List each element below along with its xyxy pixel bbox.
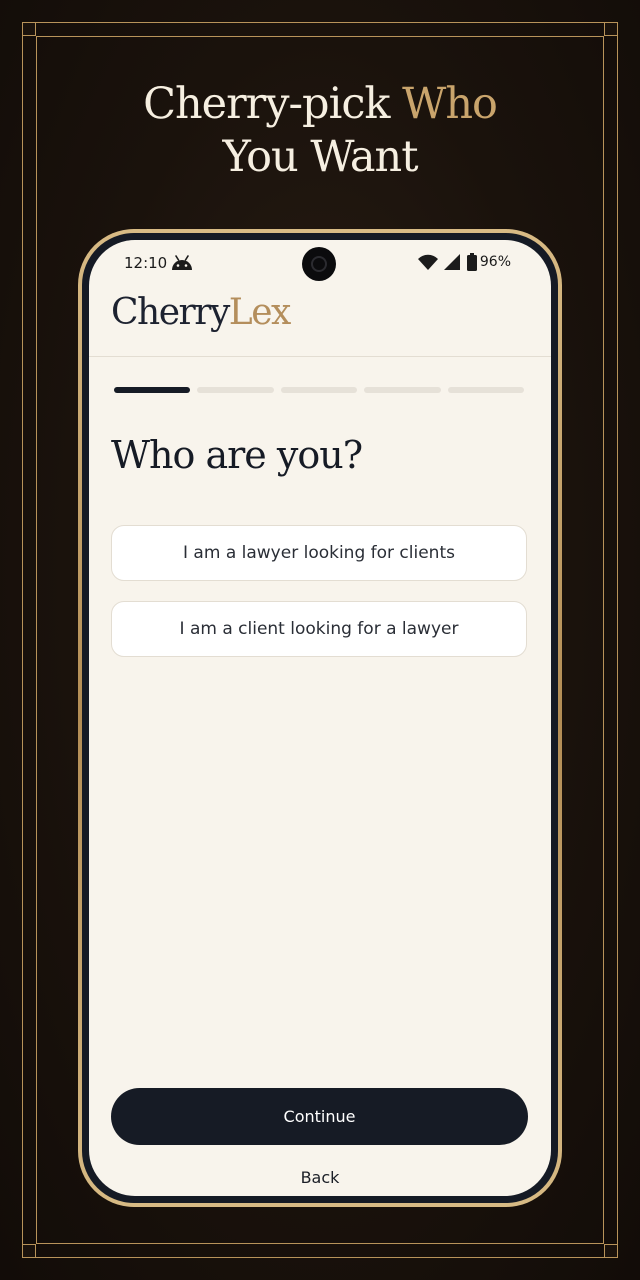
frame-corner-ornament <box>22 1244 36 1258</box>
frame-corner-ornament <box>604 1244 618 1258</box>
logo-text-cherry: Cherry <box>111 292 230 333</box>
option-lawyer-looking-for-clients[interactable]: I am a lawyer looking for clients <box>111 525 527 581</box>
front-camera <box>302 247 336 281</box>
wifi-icon <box>417 254 438 270</box>
battery-icon <box>466 253 477 271</box>
continue-button[interactable]: Continue <box>111 1088 528 1145</box>
option-client-looking-for-lawyer[interactable]: I am a client looking for a lawyer <box>111 601 527 657</box>
continue-button-label: Continue <box>283 1107 356 1126</box>
promo-headline: Cherry-pick Who You Want <box>0 78 640 184</box>
android-icon <box>171 255 193 275</box>
page-title: Who are you? <box>111 433 363 477</box>
progress-step <box>447 387 525 393</box>
progress-step-active <box>114 387 191 393</box>
progress-step <box>364 387 441 393</box>
progress-step <box>280 387 358 393</box>
frame-corner-ornament <box>22 22 36 36</box>
status-icons: 96% <box>417 253 511 271</box>
app-logo: CherryLex <box>111 292 292 333</box>
option-label: I am a client looking for a lawyer <box>179 619 459 639</box>
status-time: 12:10 <box>124 254 168 272</box>
headline-text-gold: Who <box>402 79 498 129</box>
promo-headline-line-1: Cherry-pick Who <box>0 78 640 131</box>
step-progress-indicator <box>114 387 525 393</box>
battery-percentage: 96% <box>479 254 511 270</box>
promo-headline-line-2: You Want <box>222 132 419 182</box>
cellular-signal-icon <box>443 254 460 270</box>
logo-text-lex: Lex <box>228 292 292 333</box>
option-label: I am a lawyer looking for clients <box>183 543 455 563</box>
progress-step <box>197 387 274 393</box>
header-divider <box>89 356 551 357</box>
status-bar: 12:10 96% <box>89 240 551 288</box>
back-button[interactable]: Back <box>89 1168 551 1187</box>
frame-corner-ornament <box>604 22 618 36</box>
phone-screen: 12:10 96% CherryLex Who are you? I am a … <box>89 240 551 1196</box>
headline-text-light: Cherry-pick <box>143 79 390 129</box>
